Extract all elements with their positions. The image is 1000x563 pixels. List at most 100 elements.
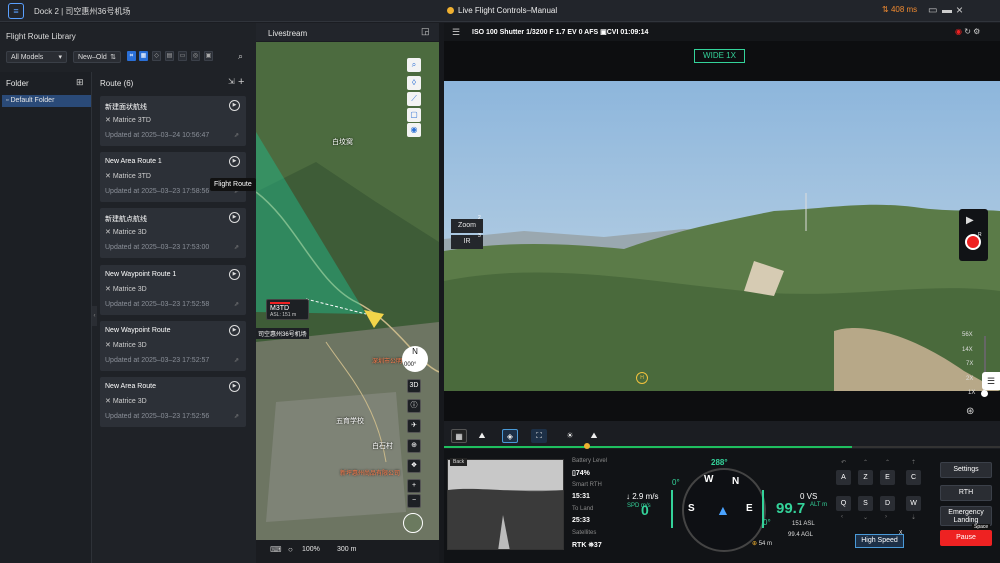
key-z[interactable]: Z — [858, 470, 873, 485]
map-search-icon[interactable]: ⌕ — [407, 58, 421, 72]
play-route-icon[interactable]: ▶ — [229, 100, 240, 111]
play-route-icon[interactable]: ▶ — [229, 269, 240, 280]
camera-feed[interactable] — [444, 81, 1000, 391]
hsi-east: E — [746, 503, 753, 514]
route-card[interactable]: 新建面状航线 ✕ Matrice 3TD Updated at 2025–03–24… — [100, 96, 246, 146]
expand-icon[interactable]: ◲ — [421, 26, 430, 37]
key-s[interactable]: S — [858, 496, 873, 511]
search-icon[interactable]: ⌕ — [238, 51, 243, 62]
poi-marker[interactable]: H — [636, 372, 648, 384]
video-camera-icon[interactable]: ▶ — [966, 215, 974, 226]
key-d[interactable]: D — [880, 496, 895, 511]
play-route-icon[interactable]: ▶ — [229, 212, 240, 223]
avatar[interactable] — [403, 513, 423, 533]
model-filter-value: All Models — [11, 54, 44, 61]
route-card[interactable]: New Waypoint Route 1 ✕ Matrice 3D Updated … — [100, 265, 246, 315]
zoom-level-1x[interactable]: 1X — [968, 390, 975, 396]
photo-mode-icon[interactable]: ⛰ — [474, 429, 490, 443]
map-pin-icon[interactable]: ◊ — [407, 76, 421, 90]
chat-icon[interactable]: ☰ — [982, 372, 1000, 390]
camera-settings-icon[interactable]: ☰ — [452, 27, 460, 38]
zoom-level-7x[interactable]: 7X — [966, 361, 973, 367]
app-logo-icon[interactable]: ≡ — [8, 3, 24, 19]
zoom-level-14x[interactable]: 14X — [962, 347, 973, 353]
info-icon[interactable]: ⓘ — [407, 399, 421, 413]
route-card[interactable]: New Waypoint Route ✕ Matrice 3D Updated at… — [100, 321, 246, 371]
folder-item-default[interactable]: ▫ Default Folder — [2, 95, 91, 107]
monitor-icon[interactable]: ▭ — [928, 5, 937, 16]
route-card[interactable]: 新建航点航线 ✕ Matrice 3D Updated at 2025–03–23 … — [100, 208, 246, 258]
filter-other-icon[interactable]: ▣ — [204, 51, 213, 61]
route-model-label: Matrice 3D — [112, 342, 147, 349]
brightness-icon[interactable]: ☀ — [562, 429, 578, 443]
route-card[interactable]: New Area Route ✕ Matrice 3D Updated at 202… — [100, 377, 246, 427]
filter-linear-icon[interactable]: ▭ — [178, 51, 187, 61]
3d-toggle-button[interactable]: 3D — [407, 379, 421, 393]
keyboard-icon[interactable]: ⌨ — [270, 545, 282, 554]
record-status-icon[interactable]: ◉ — [955, 27, 962, 36]
play-route-icon[interactable]: ▶ — [229, 325, 240, 336]
area-icon[interactable]: ⛶ — [531, 429, 547, 443]
flight-route-icon[interactable]: ⛰ — [586, 429, 602, 443]
share-icon[interactable]: ⇗ — [234, 132, 239, 139]
map-area-icon[interactable]: ▢ — [407, 108, 421, 122]
high-speed-button[interactable]: High Speed — [855, 534, 904, 548]
collapse-panel-handle[interactable]: ‹ — [92, 306, 97, 326]
settings-button[interactable]: Settings — [940, 462, 992, 478]
grid-icon[interactable]: ▦ — [451, 429, 467, 443]
flight-plane-icon[interactable]: ✈ — [407, 419, 421, 433]
map-circle-icon[interactable]: ◉ — [407, 123, 421, 137]
route-card[interactable]: New Area Route 1 ✕ Matrice 3TD Updated at … — [100, 152, 246, 202]
share-icon[interactable]: ⇗ — [234, 357, 239, 364]
zoom-level-56x[interactable]: 56X — [962, 332, 973, 338]
pause-button[interactable]: Pause — [940, 530, 992, 546]
key-w[interactable]: W — [906, 496, 921, 511]
secondary-feed[interactable] — [447, 459, 564, 550]
filter-strip-icon[interactable]: ▤ — [165, 51, 174, 61]
layers-icon[interactable]: ❖ — [407, 459, 421, 473]
zoom-in-button[interactable]: + — [407, 479, 421, 493]
target-lock-icon[interactable]: ⊛ — [966, 406, 974, 417]
map-line-icon[interactable]: ⟋ — [407, 92, 421, 106]
zoom-level-2x[interactable]: 2X — [966, 376, 973, 382]
filter-geo-icon[interactable]: ◎ — [191, 51, 200, 61]
key-q[interactable]: Q — [836, 496, 851, 511]
dock-label: 司空惠州36号机场 — [256, 328, 309, 339]
gear-icon[interactable]: ⚙ — [973, 27, 980, 36]
key-e[interactable]: E — [880, 470, 895, 485]
locate-icon[interactable]: ⊕ — [407, 439, 421, 453]
rth-button[interactable]: RTH — [940, 485, 992, 501]
filter-oblique-icon[interactable]: ◇ — [152, 51, 161, 61]
close-icon[interactable]: × — [956, 3, 963, 17]
lens-mode-badge[interactable]: WIDE 1X — [694, 49, 745, 63]
model-filter-select[interactable]: All Models ▾ — [6, 51, 67, 63]
add-folder-icon[interactable]: ⊞ — [76, 77, 84, 88]
lens-zoom-button[interactable]: Zoom — [451, 219, 483, 233]
key-a[interactable]: A — [836, 470, 851, 485]
play-route-icon[interactable]: ▶ — [229, 381, 240, 392]
waypoint-icon[interactable]: ◈ — [502, 429, 518, 443]
import-route-icon[interactable]: ⇲ — [228, 77, 235, 86]
play-route-icon[interactable]: ▶ — [229, 156, 240, 167]
drone-name: M3TD — [270, 305, 290, 312]
drone-callout[interactable]: M3TD ASL: 151 m — [266, 299, 309, 320]
share-icon[interactable]: ⇗ — [234, 301, 239, 308]
map-compass[interactable]: N — [402, 346, 428, 372]
camera-feed-image — [444, 81, 1000, 391]
refresh-icon[interactable]: ↻ — [964, 27, 971, 36]
sort-order-select[interactable]: New–Old ⇅ — [73, 51, 121, 63]
filter-area-icon[interactable]: ▦ — [139, 51, 148, 61]
zoom-slider-knob[interactable] — [981, 390, 988, 397]
add-route-button[interactable]: + — [238, 76, 244, 88]
emergency-landing-button[interactable]: Emergency Landing — [940, 506, 992, 526]
close-icon[interactable]: X — [899, 530, 902, 536]
share-icon[interactable]: ⇗ — [234, 413, 239, 420]
zoom-out-button[interactable]: − — [407, 494, 421, 508]
share-icon[interactable]: ⇗ — [234, 244, 239, 251]
minimize-icon[interactable]: ▬ — [942, 5, 952, 16]
key-c[interactable]: C — [906, 470, 921, 485]
filter-waypoint-icon[interactable]: ⌗ — [127, 51, 136, 61]
route-updated: Updated at 2025–03–23 17:52:56 — [105, 413, 210, 420]
latency-readout: ⇅ 408 ms — [882, 5, 918, 14]
route-progress-fill — [444, 446, 852, 448]
